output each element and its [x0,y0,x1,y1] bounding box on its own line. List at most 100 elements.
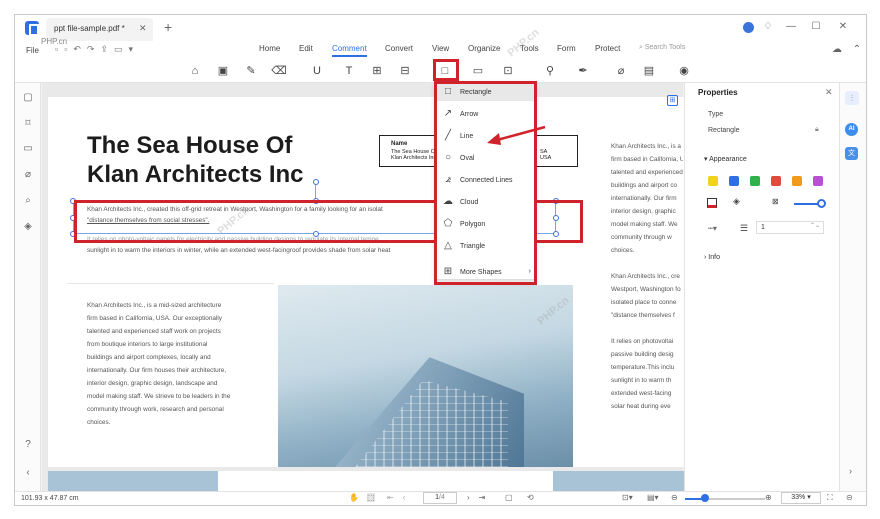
appearance-section[interactable]: ▾ Appearance [704,155,747,163]
attachment-icon[interactable]: ⌀ [613,62,629,80]
properties-title: Properties [698,88,738,97]
menu-form[interactable]: Form [557,44,576,53]
layers-icon[interactable]: ◈ [22,221,34,233]
callout-icon[interactable]: ⊟ [397,62,413,80]
page-nav-next-last-icons[interactable]: ›⇥ [467,493,494,502]
measure-icon[interactable]: ⊡ [500,62,516,80]
text-icon[interactable]: T [341,62,357,80]
zoom-out-icon[interactable]: ⊖ [671,493,678,502]
help-icon[interactable]: ? [22,439,34,451]
line-style-dropdown[interactable]: ┅▾ [708,224,717,233]
fullscreen-icon[interactable]: ⛶ [827,493,833,503]
new-tab-icon[interactable]: + [164,19,172,35]
collapse-left-icon[interactable]: ‹ [22,467,34,479]
text-line: passive building desig [611,351,674,358]
bell-icon[interactable]: ♢ [762,21,774,33]
comment-icon[interactable]: ▭ [470,62,486,80]
window-minimize-button[interactable]: — [785,21,797,33]
select-tool-icon[interactable]: ⬚ [367,493,375,502]
zoom-in-icon[interactable]: ⊕ [765,493,772,502]
text-line: model making staff. We strieve to be lea… [87,393,231,400]
zoom-level-select[interactable]: 33% ▾ [781,492,821,504]
stroke-color-icon[interactable] [707,198,717,208]
color-swatch[interactable] [771,176,781,186]
avatar[interactable] [743,22,754,33]
eraser-highlight-icon[interactable]: ⌂ [187,62,203,80]
pencil-icon[interactable]: ✎ [243,62,259,80]
app-logo-icon [25,21,40,36]
lock-icon[interactable]: 🔒︎ [815,126,819,134]
text-line: community through work, research and per… [87,406,224,413]
type-label: Type [708,111,724,118]
tab-close-icon[interactable]: ✕ [139,23,147,34]
signature-icon[interactable]: ✒ [575,62,591,80]
menu-convert[interactable]: Convert [385,44,413,53]
properties-icon[interactable]: ⫶ [845,91,859,105]
left-column-text: Khan Architects Inc., is a mid-sized arc… [87,299,267,429]
opacity-slider-handle[interactable] [817,199,826,208]
close-panel-icon[interactable]: ✕ [825,87,833,98]
menu-comment[interactable]: Comment [332,44,367,57]
eraser-icon[interactable]: ⌫ [271,62,287,80]
page-thumbnails-icon[interactable]: ▢ [22,92,34,104]
stepper-icon[interactable]: ⌃⌄ [810,222,820,229]
view-mode-icon[interactable]: ▤▾ [647,493,659,502]
highlight-red-box [434,81,537,285]
ai-assistant-icon[interactable]: AI [845,123,858,136]
rotate-page-icon[interactable]: ⟲ [527,493,534,502]
bookmark-icon[interactable]: ⌑ [22,118,34,130]
menu-protect[interactable]: Protect [595,44,620,53]
window-close-button[interactable]: ✕ [837,21,849,33]
fill-color-icon[interactable]: ◈ [733,196,740,207]
present-icon[interactable]: ⊝ [846,493,853,502]
underline-icon[interactable]: U [309,62,325,80]
text-line: temperature.This inclu [611,364,675,371]
menu-view[interactable]: View [432,44,449,53]
expand-icon[interactable]: ⌃ [851,44,863,56]
search-panel-icon[interactable]: ⌕ [22,195,34,207]
text-line: Westport, Washington fo [611,286,681,293]
page-number-input[interactable]: 1/4 [423,492,457,504]
attachment-panel-icon[interactable]: ⌀ [22,169,34,181]
text-line: interior design, graphic design, landsca… [87,380,218,387]
eye-icon[interactable]: ◉ [676,62,692,80]
rotate-handle[interactable] [313,179,319,185]
intro-line-4: sunlight in to warm the interiors in win… [87,247,391,254]
color-swatch[interactable] [792,176,802,186]
stamp-icon[interactable]: ⚲ [542,62,558,80]
zoom-slider-handle[interactable] [701,494,709,502]
page-layout-icon[interactable]: ⊡▾ [622,493,633,502]
menu-home[interactable]: Home [259,44,280,53]
text-line: choices. [611,247,635,254]
hand-tool-icon[interactable]: ✋ [349,493,359,502]
text-line: sunlight in to warm th [611,377,672,384]
info-section[interactable]: › Info [704,254,720,261]
cloud-upload-icon[interactable]: ☁ [831,44,843,56]
color-swatch[interactable] [708,176,718,186]
text-line: extended west-facing [611,390,672,397]
annotation-arrow-icon [487,125,546,145]
menu-edit[interactable]: Edit [299,44,313,53]
file-menu[interactable]: File [26,46,39,55]
page-tools-icon[interactable]: ⊞ [667,95,678,106]
collapse-right-icon[interactable]: › [849,466,852,476]
page-nav-first-prev-icons[interactable]: ⇤‹ [387,493,414,502]
text-line: isolated place to conne [611,299,677,306]
color-swatch[interactable] [729,176,739,186]
text-line: Khan Architects Inc., cre [611,273,680,280]
color-swatch[interactable] [813,176,823,186]
opacity-icon[interactable]: ⊠ [772,197,779,206]
color-swatch[interactable] [750,176,760,186]
window-maximize-button[interactable]: ☐ [810,21,822,33]
stroke-width-input[interactable]: 1 ⌃⌄ [756,221,824,234]
text-line [611,322,683,335]
edit-note-icon[interactable]: ▤ [641,62,657,80]
quick-access-icons[interactable]: ▫▫↶↷⇪▭▾ [55,44,139,55]
menu-organize[interactable]: Organize [468,44,500,53]
sticky-note-icon[interactable]: ▣ [215,62,231,80]
translate-icon[interactable]: 文 [845,147,858,160]
text-box-icon[interactable]: ⊞ [369,62,385,80]
search-tools[interactable]: ⌕ Search Tools [639,44,685,52]
fit-page-icon[interactable]: ▢ [505,493,513,502]
comments-panel-icon[interactable]: ▭ [22,143,34,155]
